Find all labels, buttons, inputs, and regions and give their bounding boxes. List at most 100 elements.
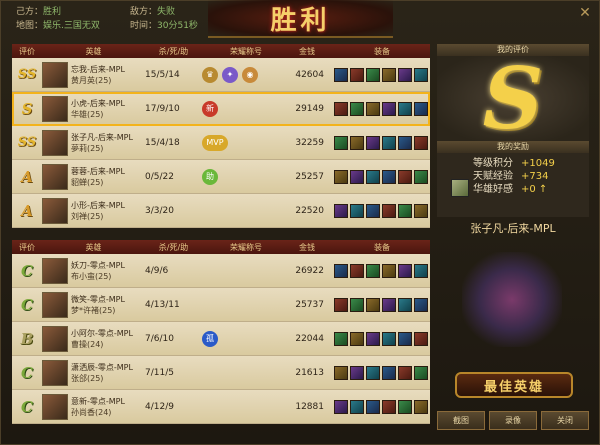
close-icon[interactable]: ✕ <box>578 6 592 20</box>
player-row[interactable]: A 小形-后来-MPL 刘禅(25) 3/3/20 22520 <box>12 194 430 228</box>
equipment-slot-icon[interactable] <box>350 399 364 414</box>
lone-honor-icon[interactable]: 孤 <box>202 330 218 347</box>
mvp-honor-icon[interactable]: MVP <box>202 134 228 151</box>
crown-honor-icon[interactable]: ♛ <box>202 66 218 83</box>
equipment-slot-icon[interactable] <box>366 203 380 218</box>
player-row[interactable]: SS 张子凡-后来-MPL 夢莉(25) 15/4/18 MVP 32259 <box>12 126 430 160</box>
equipment-slot-icon[interactable] <box>382 203 396 218</box>
equipment-slot-icon[interactable] <box>414 331 428 346</box>
equipment-slot-icon[interactable] <box>398 169 412 184</box>
hero-portrait[interactable] <box>42 393 68 420</box>
equipment-slot-icon[interactable] <box>414 399 428 414</box>
equipment-slot-icon[interactable] <box>366 399 380 414</box>
equipment-slot-icon[interactable] <box>414 263 428 278</box>
equipment-slot-icon[interactable] <box>350 365 364 380</box>
equipment-slot-icon[interactable] <box>382 365 396 380</box>
col-equip: 装备 <box>374 46 390 56</box>
close-button[interactable]: 关闭 <box>541 411 589 430</box>
equipment-slot-icon[interactable] <box>366 263 380 278</box>
equipment-slot-icon[interactable] <box>350 263 364 278</box>
equipment-slot-icon[interactable] <box>350 169 364 184</box>
equipment-slot-icon[interactable] <box>398 331 412 346</box>
gem-honor-icon[interactable]: ✦ <box>222 66 238 83</box>
equipment-slot-icon[interactable] <box>414 297 428 312</box>
equipment-slot-icon[interactable] <box>382 101 396 116</box>
equipment-slot-icon[interactable] <box>398 297 412 312</box>
equipment-slot-icon[interactable] <box>334 365 348 380</box>
enemy-side-info: 敌方：失败 <box>130 4 175 17</box>
equipment-slot-icon[interactable] <box>398 101 412 116</box>
reward-item-icon[interactable] <box>451 179 469 197</box>
equipment-slot-icon[interactable] <box>398 203 412 218</box>
equipment-slot-icon[interactable] <box>350 135 364 150</box>
equipment-slot-icon[interactable] <box>414 67 428 82</box>
equipment-slot-icon[interactable] <box>350 101 364 116</box>
equipment-slot-icon[interactable] <box>334 297 348 312</box>
equipment-slot-icon[interactable] <box>382 297 396 312</box>
equipment-slot-icon[interactable] <box>398 135 412 150</box>
reward-label: 华雄好感 <box>473 184 513 195</box>
equipment-slot-icon[interactable] <box>334 101 348 116</box>
hero-portrait[interactable] <box>42 95 68 122</box>
gold-value: 22044 <box>295 333 324 344</box>
screenshot-button[interactable]: 截图 <box>437 411 485 430</box>
replay-button[interactable]: 录像 <box>489 411 537 430</box>
equipment-slot-icon[interactable] <box>382 169 396 184</box>
equipment-slot-icon[interactable] <box>350 297 364 312</box>
equipment-slot-icon[interactable] <box>334 399 348 414</box>
equipment-cell <box>330 101 430 116</box>
player-name: 小形-后来-MPL <box>71 200 125 210</box>
hero-portrait[interactable] <box>42 291 68 318</box>
equipment-slot-icon[interactable] <box>366 67 380 82</box>
player-row[interactable]: B 小阿尔-零点-MPL 曹操(24) 7/6/10 孤 22044 <box>12 322 430 356</box>
equipment-slot-icon[interactable] <box>366 101 380 116</box>
equipment-slot-icon[interactable] <box>382 331 396 346</box>
hero-portrait[interactable] <box>42 197 68 224</box>
equipment-slot-icon[interactable] <box>366 135 380 150</box>
equipment-slot-icon[interactable] <box>366 169 380 184</box>
equipment-slot-icon[interactable] <box>398 263 412 278</box>
equipment-slot-icon[interactable] <box>366 365 380 380</box>
player-row[interactable]: SS 忘我-后来-MPL 黄月英(25) 15/5/14 ♛ ✦ ◉ 42604 <box>12 58 430 92</box>
equipment-slot-icon[interactable] <box>414 203 428 218</box>
equipment-slot-icon[interactable] <box>366 331 380 346</box>
equipment-slot-icon[interactable] <box>334 203 348 218</box>
equipment-slot-icon[interactable] <box>334 135 348 150</box>
player-row[interactable]: C 微笑-零点-MPL 梦*许褚(25) 4/13/11 25737 <box>12 288 430 322</box>
equipment-slot-icon[interactable] <box>382 67 396 82</box>
hero-portrait[interactable] <box>42 163 68 190</box>
equipment-slot-icon[interactable] <box>398 365 412 380</box>
equipment-slot-icon[interactable] <box>382 263 396 278</box>
equipment-slot-icon[interactable] <box>414 365 428 380</box>
hero-portrait[interactable] <box>42 359 68 386</box>
hero-portrait[interactable] <box>42 257 68 284</box>
equipment-slot-icon[interactable] <box>414 135 428 150</box>
equipment-cell <box>330 203 430 218</box>
hero-cell: 妖刀-零点-MPL 布小蛮(25) <box>42 257 145 284</box>
equipment-slot-icon[interactable] <box>382 135 396 150</box>
player-row[interactable]: A 蓉蓉-后来-MPL 貂蝉(25) 0/5/22 助 25257 <box>12 160 430 194</box>
player-row[interactable]: C 潇洒辰-零点-MPL 张郃(25) 7/11/5 21613 <box>12 356 430 390</box>
equipment-slot-icon[interactable] <box>414 101 428 116</box>
equipment-slot-icon[interactable] <box>414 169 428 184</box>
equipment-slot-icon[interactable] <box>334 169 348 184</box>
assist-honor-icon[interactable]: 助 <box>202 168 218 185</box>
equipment-slot-icon[interactable] <box>350 203 364 218</box>
hero-portrait[interactable] <box>42 325 68 352</box>
player-row[interactable]: C 意新-零点-MPL 孙尚香(24) 4/12/9 12881 <box>12 390 430 424</box>
equipment-slot-icon[interactable] <box>382 399 396 414</box>
equipment-slot-icon[interactable] <box>366 297 380 312</box>
hero-honor-icon[interactable]: ◉ <box>242 66 258 83</box>
equipment-slot-icon[interactable] <box>398 67 412 82</box>
new-honor-icon[interactable]: 新 <box>202 100 218 117</box>
hero-portrait[interactable] <box>42 129 68 156</box>
hero-portrait[interactable] <box>42 61 68 88</box>
equipment-slot-icon[interactable] <box>334 331 348 346</box>
player-row[interactable]: S 小虎-后来-MPL 华雄(25) 17/9/10 新 29149 <box>12 92 430 126</box>
equipment-slot-icon[interactable] <box>350 331 364 346</box>
equipment-slot-icon[interactable] <box>334 67 348 82</box>
equipment-slot-icon[interactable] <box>334 263 348 278</box>
equipment-slot-icon[interactable] <box>398 399 412 414</box>
player-row[interactable]: C 妖刀-零点-MPL 布小蛮(25) 4/9/6 26922 <box>12 254 430 288</box>
equipment-slot-icon[interactable] <box>350 67 364 82</box>
